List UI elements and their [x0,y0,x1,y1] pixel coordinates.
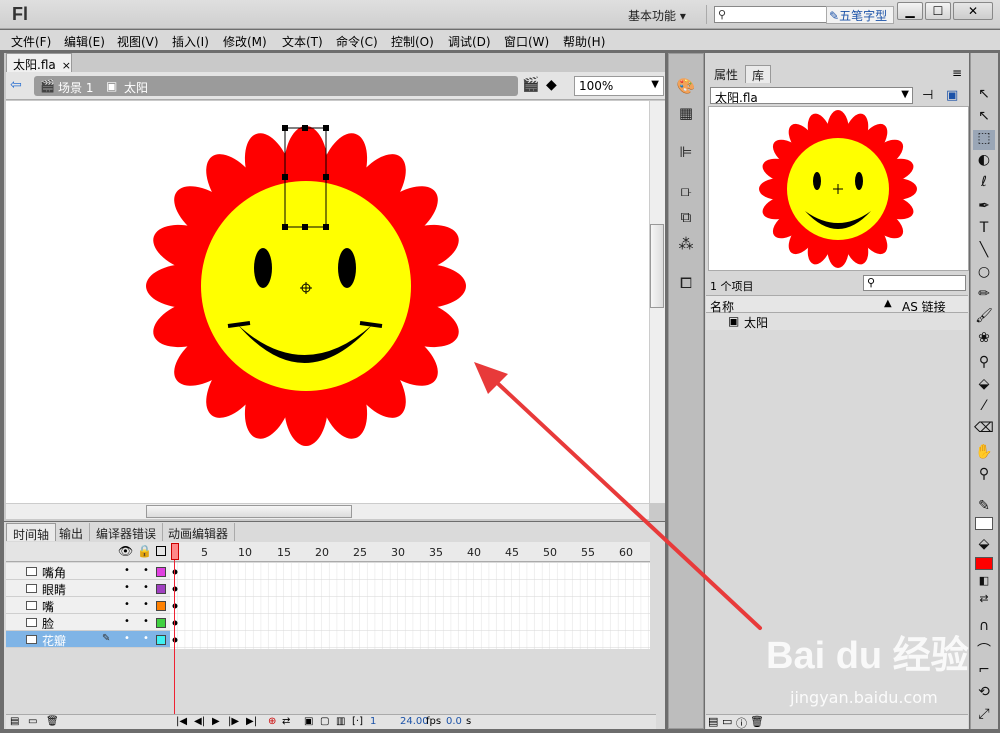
watermark-url: jingyan.baidu.com [790,688,938,707]
watermark-brand: Bai du 经验 [766,635,969,677]
